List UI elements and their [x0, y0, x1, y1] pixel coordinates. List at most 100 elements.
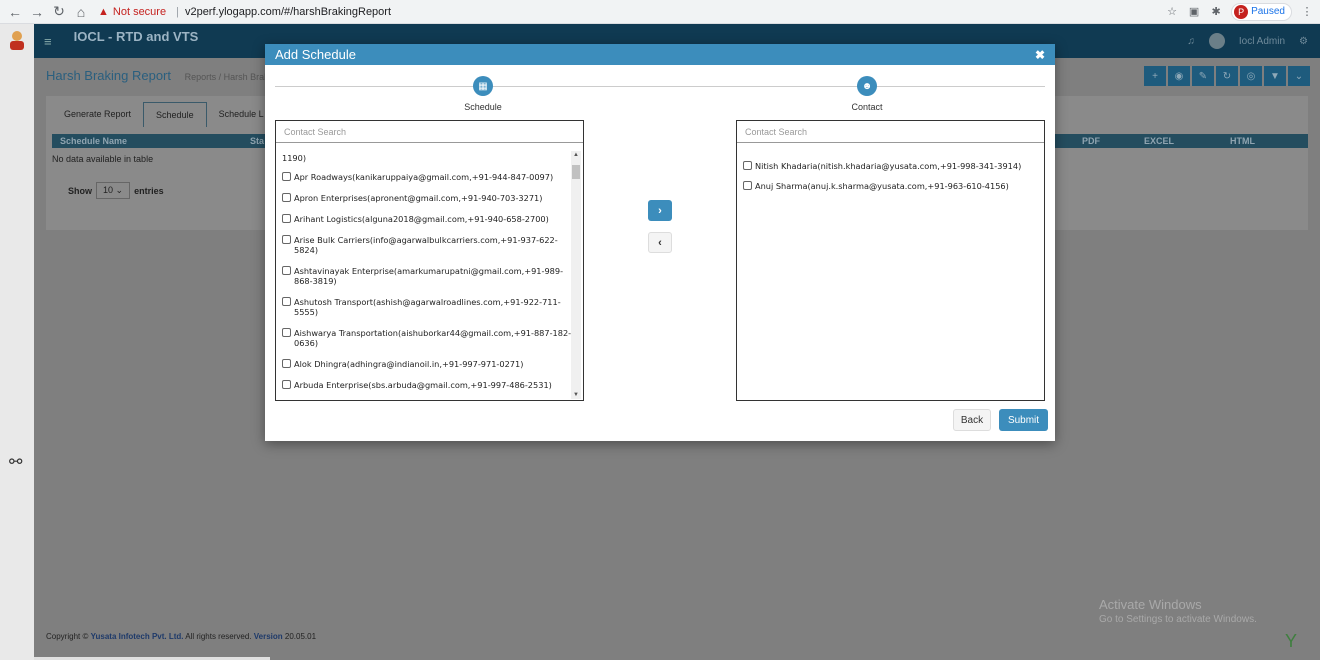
available-contacts-list[interactable]: Contact Search 1190) Apr Roadways(kanika… — [275, 120, 584, 401]
reload-icon[interactable]: ↻ — [50, 3, 68, 21]
user-avatar-icon[interactable] — [8, 30, 26, 50]
activate-title: Activate Windows — [1099, 597, 1202, 612]
browser-toolbar: ← → ↻ ⌂ ▲ Not secure | v2perf.ylogapp.co… — [0, 0, 1320, 24]
contact-checkbox[interactable] — [282, 380, 291, 389]
breadcrumb: Reports / Harsh Brak — [184, 72, 269, 82]
list-item-label: Ashutosh Transport(ashish@agarwalroadlin… — [294, 297, 561, 317]
list-item-label: Nitish Khadaria(nitish.khadaria@yusata.c… — [755, 161, 1022, 171]
add-schedule-modal: Add Schedule ✖ ▦ Schedule ☻ Contact Cont… — [265, 44, 1055, 441]
selected-contacts-list[interactable]: Contact Search Nitish Khadaria(nitish.kh… — [736, 120, 1045, 401]
list-item-label: Alok Dhingra(adhingra@indianoil.in,+91-9… — [294, 359, 524, 369]
left-rail: ⚯ — [0, 24, 34, 660]
submit-button[interactable]: Submit — [999, 409, 1048, 431]
page-length-control: Show 10 ⌄ entries — [68, 182, 164, 199]
puzzle-icon[interactable]: ✱ — [1209, 5, 1223, 19]
contact-search-input[interactable]: Contact Search — [737, 121, 1044, 143]
footer: Copyright © Yusata Infotech Pvt. Ltd. Al… — [46, 632, 316, 641]
list-item[interactable]: Apron Enterprises(apronent@gmail.com,+91… — [282, 193, 577, 203]
footer-version: 20.05.01 — [284, 632, 317, 641]
step-label: Contact — [851, 102, 883, 112]
bell-icon[interactable]: ♫ — [1187, 36, 1195, 47]
list-item[interactable]: Arbuda Enterprise(sbs.arbuda@gmail.com,+… — [282, 380, 577, 390]
list-item[interactable]: Nitish Khadaria(nitish.khadaria@yusata.c… — [743, 161, 1038, 171]
list-item[interactable]: Ashtavinayak Enterprise(amarkumarupatni@… — [282, 266, 577, 286]
back-arrow-icon[interactable]: ← — [6, 3, 24, 21]
extension-icon[interactable]: ▣ — [1187, 5, 1201, 19]
contact-checkbox[interactable] — [282, 359, 291, 368]
list-item-label: Ashtavinayak Enterprise(amarkumarupatni@… — [294, 266, 564, 286]
list-scrollbar[interactable]: ▲ ▼ — [571, 151, 581, 399]
empty-table-message: No data available in table — [52, 154, 154, 164]
calendar-icon: ▦ — [473, 76, 493, 96]
contact-checkbox[interactable] — [282, 172, 291, 181]
scroll-up-icon[interactable]: ▲ — [573, 152, 579, 158]
footer-rights: All rights reserved. — [185, 632, 252, 641]
contact-checkbox[interactable] — [743, 161, 752, 170]
step-schedule[interactable]: ▦ Schedule — [423, 76, 543, 112]
column-header[interactable]: EXCEL — [1136, 134, 1222, 148]
eye-icon[interactable]: ◉ — [1168, 66, 1190, 86]
user-avatar[interactable] — [1208, 33, 1225, 49]
chevron-down-icon[interactable]: ⌄ — [1288, 66, 1310, 86]
contact-checkbox[interactable] — [282, 328, 291, 337]
list-item[interactable]: Ashutosh Transport(ashish@agarwalroadlin… — [282, 297, 577, 317]
contact-search-input[interactable]: Contact Search — [276, 121, 583, 143]
modal-header: Add Schedule ✖ — [265, 44, 1055, 65]
show-label: Show — [68, 185, 92, 196]
add-icon[interactable]: + — [1144, 66, 1166, 86]
security-label: Not secure — [112, 5, 167, 18]
list-item[interactable]: Anuj Sharma(anuj.k.sharma@yusata.com,+91… — [743, 181, 1038, 191]
available-contacts-items: 1190) Apr Roadways(kanikaruppaiya@gmail.… — [276, 153, 583, 400]
url-text: v2perf.ylogapp.com/#/harshBrakingReport — [184, 5, 392, 18]
list-item[interactable]: Apr Roadways(kanikaruppaiya@gmail.com,+9… — [282, 172, 577, 182]
page-length-select[interactable]: 10 ⌄ — [96, 182, 131, 199]
contact-checkbox[interactable] — [282, 235, 291, 244]
column-header[interactable]: Schedule Name — [52, 134, 242, 148]
page-toolbar: + ◉ ✎ ↻ ◎ ▼ ⌄ — [1144, 66, 1310, 86]
filter-icon[interactable]: ▼ — [1264, 66, 1286, 86]
scroll-down-icon[interactable]: ▼ — [573, 392, 579, 398]
contact-checkbox[interactable] — [282, 193, 291, 202]
scrollbar-thumb[interactable] — [572, 165, 580, 179]
back-button[interactable]: Back — [953, 409, 991, 431]
page-title-text: Harsh Braking Report — [46, 68, 171, 83]
list-item[interactable]: Arihant Logistics(alguna2018@gmail.com,+… — [282, 214, 577, 224]
list-item[interactable]: Aishwarya Transportation(aishuborkar44@g… — [282, 328, 577, 348]
column-header[interactable]: PDF — [1074, 134, 1136, 148]
close-icon[interactable]: ✖ — [1035, 48, 1045, 62]
hamburger-menu-icon[interactable]: ≡ — [44, 34, 52, 49]
tab-schedule[interactable]: Schedule — [143, 102, 207, 127]
address-bar[interactable]: ▲ Not secure | v2perf.ylogapp.com/#/hars… — [98, 6, 391, 18]
refresh-icon[interactable]: ↻ — [1216, 66, 1238, 86]
windows-activation-watermark: Activate Windows Go to Settings to activ… — [1099, 597, 1257, 625]
settings-icon[interactable]: ⚙ — [1299, 36, 1308, 47]
profile-paused-button[interactable]: P Paused — [1231, 2, 1292, 21]
brand-logo-icon: Y — [1285, 631, 1298, 651]
forward-arrow-icon[interactable]: → — [28, 3, 46, 21]
users-icon: ☻ — [857, 76, 877, 96]
column-header[interactable]: HTML — [1222, 134, 1263, 148]
toggle-icon[interactable]: ◎ — [1240, 66, 1262, 86]
wizard-steps: ▦ Schedule ☻ Contact — [275, 76, 1045, 116]
kebab-menu-icon[interactable]: ⋮ — [1300, 5, 1314, 19]
page-title: Harsh Braking Report Reports / Harsh Bra… — [46, 68, 269, 83]
footer-company[interactable]: Yusata Infotech Pvt. Ltd. — [91, 632, 184, 641]
move-right-button[interactable]: › — [648, 200, 672, 221]
edit-icon[interactable]: ✎ — [1192, 66, 1214, 86]
list-item[interactable]: Arise Bulk Carriers(info@agarwalbulkcarr… — [282, 235, 577, 255]
link-icon[interactable]: ⚯ — [9, 452, 22, 472]
step-contact[interactable]: ☻ Contact — [807, 76, 927, 112]
contact-checkbox[interactable] — [282, 297, 291, 306]
move-left-button[interactable]: ‹ — [648, 232, 672, 253]
tab-generate-report[interactable]: Generate Report — [52, 102, 143, 127]
step-label: Schedule — [464, 102, 502, 112]
warning-icon: ▲ — [98, 5, 109, 18]
list-item[interactable]: Alok Dhingra(adhingra@indianoil.in,+91-9… — [282, 359, 577, 369]
contact-checkbox[interactable] — [282, 214, 291, 223]
home-icon[interactable]: ⌂ — [72, 3, 90, 21]
activate-subtitle: Go to Settings to activate Windows. — [1099, 614, 1257, 625]
contact-checkbox[interactable] — [282, 266, 291, 275]
star-icon[interactable]: ☆ — [1165, 5, 1179, 19]
user-name[interactable]: Iocl Admin — [1239, 36, 1285, 47]
contact-checkbox[interactable] — [743, 181, 752, 190]
